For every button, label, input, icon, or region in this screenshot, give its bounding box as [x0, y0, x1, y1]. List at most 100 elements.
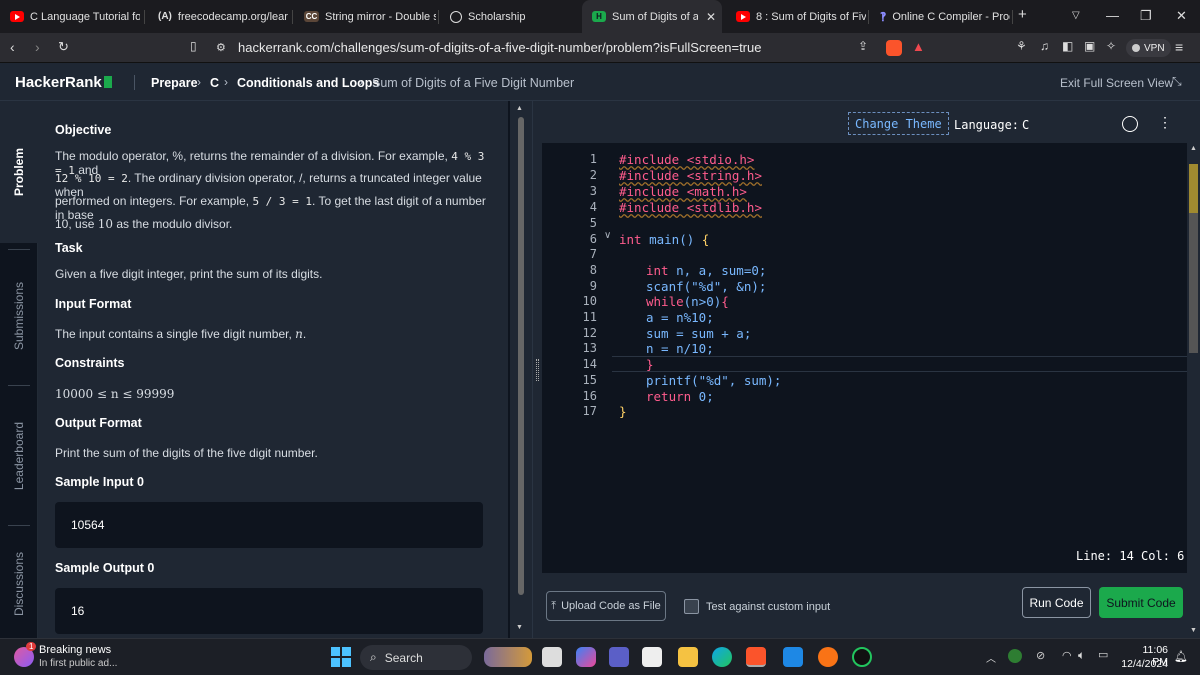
submit-code-button[interactable]: Submit Code	[1099, 587, 1183, 618]
media-icon[interactable]: ♫	[1040, 39, 1049, 53]
bookmark-icon[interactable]: ▯	[190, 39, 197, 53]
language-select[interactable]: C	[1022, 118, 1029, 132]
scroll-thumb[interactable]	[518, 117, 524, 595]
panel-resize-handle[interactable]	[532, 101, 542, 638]
news-title[interactable]: Breaking news	[39, 644, 111, 656]
app-icon[interactable]	[852, 647, 872, 667]
browser-tab[interactable]: C Language Tutorial for B	[0, 0, 140, 33]
reload-icon[interactable]: ↻	[58, 39, 69, 55]
site-info-icon[interactable]: ⚙	[216, 41, 226, 54]
volume-icon[interactable]: 🔈︎	[1078, 648, 1085, 663]
problem-statement: Objective The modulo operator, %, return…	[38, 101, 508, 638]
line-number: 8	[589, 263, 597, 277]
line-number: 3	[589, 184, 597, 198]
sidebar-icon[interactable]: ◧	[1062, 39, 1073, 53]
brave-shields-icon[interactable]	[886, 40, 902, 56]
menu-icon[interactable]: ≡	[1175, 39, 1183, 55]
browser-tab[interactable]: CC String mirror - Double str	[294, 0, 436, 33]
cursor-position-status: Line: 14 Col: 6	[1076, 549, 1185, 563]
tray-app-icon[interactable]: ⊘	[1036, 649, 1045, 662]
custom-input-checkbox[interactable]	[684, 599, 699, 614]
clock-date[interactable]: 12/4/2024	[1120, 658, 1168, 670]
close-window-button[interactable]: ✕	[1176, 8, 1187, 24]
input-format-text: The input contains a single five digit n…	[55, 327, 307, 341]
scroll-down-icon[interactable]: ▼	[516, 624, 523, 631]
breadcrumb-section[interactable]: Conditionals and Loops	[237, 76, 379, 90]
tab-discussions[interactable]: Discussions	[0, 529, 38, 639]
code-line: return 0;	[646, 389, 714, 404]
browser-tab-active[interactable]: H Sum of Digits of a Fiv ✕	[582, 0, 722, 33]
teams-icon[interactable]	[609, 647, 629, 667]
browser-tab[interactable]: ‽ Online C Compiler - Prog	[870, 0, 1010, 33]
line-number: 1	[589, 152, 597, 166]
widgets-icon[interactable]	[484, 647, 532, 667]
more-options-icon[interactable]: ⋮	[1158, 115, 1172, 129]
reset-code-icon[interactable]	[1122, 116, 1138, 132]
tab-list-chevron-icon[interactable]: ▽	[1072, 10, 1080, 21]
wifi-icon[interactable]: ◠	[1062, 649, 1072, 662]
share-icon[interactable]: ⇪	[858, 39, 868, 53]
codechef-icon: CC	[304, 11, 319, 22]
battery-icon[interactable]: ▭	[1098, 648, 1108, 661]
back-arrow-icon[interactable]: ‹	[10, 39, 15, 55]
leo-ai-icon[interactable]: ✧	[1106, 39, 1116, 53]
code-editor[interactable]: 1 2 3 4 5 6 7 8 9 10 11 12 13 14 15 16 17 ∨ #include <st…	[542, 143, 1187, 573]
task-view-icon[interactable]	[542, 647, 562, 667]
line-number: 16	[582, 389, 597, 403]
notification-bell-icon[interactable]: 🔔︎	[1174, 650, 1188, 663]
tab-problem[interactable]: Problem	[0, 101, 38, 243]
start-button[interactable]	[331, 647, 351, 667]
tray-chevron-up-icon[interactable]: ︿	[986, 650, 996, 665]
youtube-icon	[10, 11, 24, 22]
scroll-up-icon[interactable]: ▲	[516, 105, 523, 112]
scroll-up-icon[interactable]: ▲	[1190, 145, 1197, 152]
wallet-icon[interactable]: ▣	[1084, 39, 1095, 53]
run-code-button[interactable]: Run Code	[1022, 587, 1091, 618]
code-line: #include <stdlib.h>	[619, 200, 762, 215]
edge-icon[interactable]	[712, 647, 732, 667]
browser-tab[interactable]: Scholarship	[440, 0, 580, 33]
brave-browser-icon[interactable]	[746, 647, 766, 667]
brave-rewards-icon[interactable]: ▲	[912, 39, 925, 54]
hackerrank-icon: H	[592, 11, 606, 22]
breadcrumb-c[interactable]: C	[210, 76, 219, 90]
problem-scrollbar[interactable]: ▲ ▼	[510, 101, 532, 638]
fold-chevron-icon[interactable]: ∨	[604, 230, 611, 241]
taskbar-search[interactable]: ⌕ Search	[360, 645, 472, 670]
scroll-down-icon[interactable]: ▼	[1190, 627, 1197, 634]
code-line: n = n/10;	[646, 341, 714, 356]
copilot-icon[interactable]	[576, 647, 596, 667]
freecodecamp-icon: (A)	[158, 11, 172, 22]
tray-app-icon[interactable]	[1008, 649, 1022, 663]
restore-button[interactable]: ❐	[1140, 8, 1152, 24]
vscode-icon[interactable]	[783, 647, 803, 667]
forward-arrow-icon[interactable]: ›	[35, 39, 40, 55]
line-number: 5	[589, 216, 597, 230]
tab-leaderboard[interactable]: Leaderboard	[0, 387, 38, 525]
hackerrank-logo[interactable]: HackerRank	[15, 74, 112, 91]
file-explorer-icon[interactable]	[678, 647, 698, 667]
extensions-icon[interactable]: ⚘	[1016, 39, 1027, 53]
upload-code-button[interactable]: ⤒ Upload Code as File	[546, 591, 666, 621]
editor-scrollbar[interactable]: ▲ ▼	[1187, 143, 1200, 638]
hackerrank-header: HackerRank Prepare › C › Conditionals an…	[0, 63, 1200, 101]
breadcrumb-prepare[interactable]: Prepare	[151, 76, 198, 90]
close-tab-icon[interactable]: ✕	[706, 10, 716, 24]
browser-tab[interactable]: (A) freecodecamp.org/learn/	[148, 0, 288, 33]
vpn-button[interactable]: VPN	[1126, 39, 1171, 57]
output-format-text: Print the sum of the digits of the five …	[55, 446, 318, 460]
store-icon[interactable]	[642, 647, 662, 667]
change-theme-button[interactable]: Change Theme	[848, 112, 949, 135]
custom-input-label[interactable]: Test against custom input	[706, 601, 830, 613]
tab-submissions[interactable]: Submissions	[0, 251, 38, 381]
exit-fullscreen-link[interactable]: Exit Full Screen View	[1060, 76, 1173, 90]
new-tab-button[interactable]: +	[1018, 6, 1027, 23]
news-subtitle[interactable]: In first public ad...	[39, 658, 117, 669]
url-field[interactable]: hackerrank.com/challenges/sum-of-digits-…	[238, 40, 761, 55]
collapse-icon[interactable]: ⤡	[1172, 74, 1182, 89]
app-icon[interactable]	[818, 647, 838, 667]
scroll-thumb[interactable]	[1189, 213, 1198, 353]
browser-tab[interactable]: 8 : Sum of Digits of Five D	[726, 0, 866, 33]
minimize-button[interactable]: —	[1106, 8, 1119, 23]
programiz-icon: ‽	[880, 9, 887, 24]
